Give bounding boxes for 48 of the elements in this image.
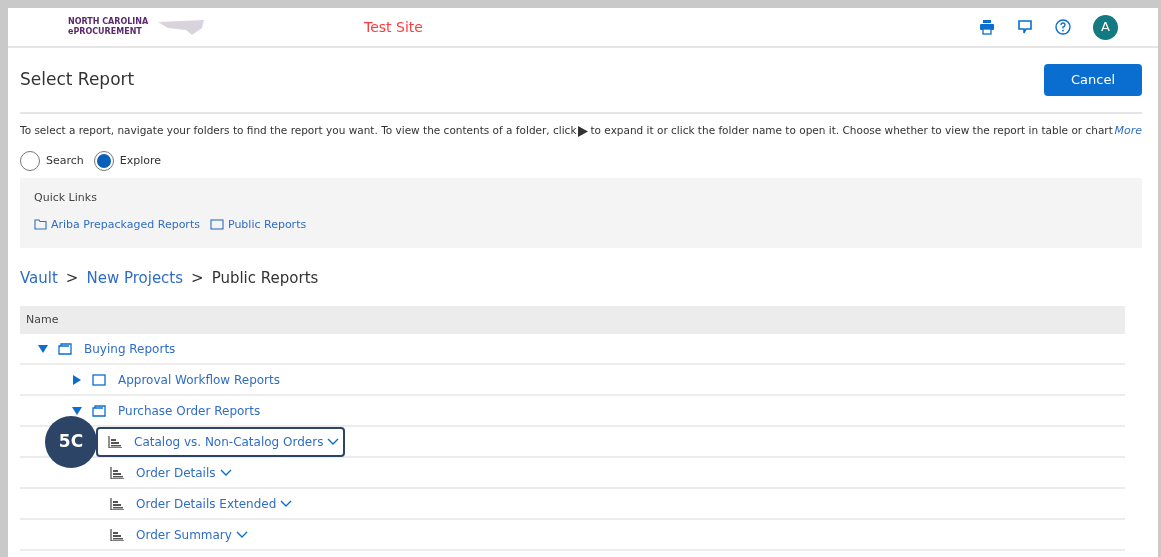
report-link[interactable]: Order Details [136,463,216,482]
chevron-down-icon[interactable] [327,437,340,446]
breadcrumb-current: Public Reports [211,267,319,289]
square-icon [209,219,224,231]
breadcrumb-separator: > [65,267,79,289]
quick-link[interactable]: Ariba Prepackaged Reports [51,216,200,233]
logo-text: ePROCUREMENT [68,27,143,37]
quick-link[interactable]: Public Reports [227,216,307,233]
folder-link[interactable]: Purchase Order Reports [118,401,261,420]
square-icon [92,373,106,386]
radio-label: Search [46,152,84,169]
help-icon[interactable] [1055,19,1071,35]
column-header: Name [26,311,59,328]
user-avatar[interactable]: A [1093,14,1118,40]
folder-link[interactable]: Buying Reports [84,339,176,358]
expanded-caret-icon[interactable] [72,405,82,416]
folder-icon [34,219,47,231]
printer-icon[interactable] [979,19,995,35]
callout-badge: 5C [45,416,97,468]
quick-links-title: Quick Links [34,190,98,206]
page-title: Select Report [20,68,135,92]
play-icon [578,125,589,137]
cancel-button[interactable]: Cancel [1044,64,1142,96]
folder-link[interactable]: Approval Workflow Reports [118,370,280,389]
bar-chart-icon [110,528,124,541]
collapsed-caret-icon[interactable] [72,374,82,385]
site-label: Test Site [364,17,423,37]
breadcrumb-link[interactable]: Vault [20,266,58,290]
instruction-text: To select a report, navigate your folders to find the report you want. To view the contents of a folder, click [20,123,577,139]
folder-icon [58,342,72,355]
bar-chart-icon [110,497,124,510]
expanded-caret-icon[interactable] [38,343,48,354]
radio-label: Explore [119,152,162,169]
chevron-down-icon[interactable] [280,499,293,508]
breadcrumb-separator: > [191,267,204,289]
chevron-down-icon[interactable] [235,530,248,539]
report-link[interactable]: Order Summary [136,525,232,544]
breadcrumb-link[interactable]: New Projects [86,266,184,290]
report-link[interactable]: Catalog vs. Non-Catalog Orders [134,432,324,451]
chevron-down-icon[interactable] [219,468,232,477]
bar-chart-icon [110,466,124,479]
folder-icon [92,404,106,417]
report-link[interactable]: Order Details Extended [136,494,277,513]
chat-icon[interactable] [1017,19,1033,35]
instruction-text: to expand it or click the folder name to open it. Choose whether to view the report in table or chart [590,123,1113,139]
logo-text: NORTH CAROLINA [68,17,149,27]
bar-chart-icon [108,435,122,448]
more-link[interactable]: More [1114,122,1142,140]
